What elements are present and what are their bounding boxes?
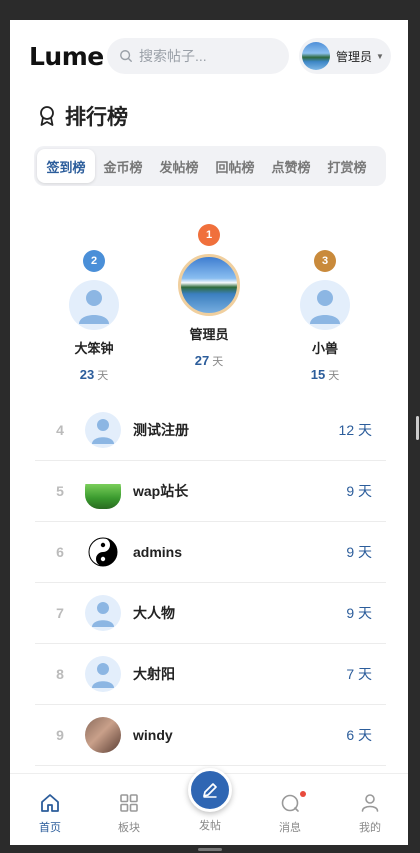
nav-messages[interactable]: 消息 (260, 791, 320, 835)
page-title-row: 排行榜 (37, 102, 128, 130)
rank-number: 7 (56, 605, 64, 621)
rank-badge: 1 (198, 224, 220, 246)
user-name: 大射阳 (133, 666, 175, 682)
podium-value: 23 (79, 367, 95, 382)
nav-messages-label: 消息 (279, 822, 301, 834)
podium-days: 23 天 (69, 367, 119, 383)
rank-number: 4 (56, 422, 64, 438)
scrollbar[interactable] (416, 416, 419, 440)
podium-days: 27 天 (176, 353, 242, 369)
nav-mine[interactable]: 我的 (340, 792, 400, 835)
list-item[interactable]: 8 大射阳 7 天 (35, 644, 386, 705)
tree-avatar (85, 473, 121, 509)
search-icon (120, 50, 132, 62)
list-item[interactable]: 5 wap站长 9 天 (35, 461, 386, 522)
user-icon (361, 794, 379, 812)
podium: 2 大笨钟 23 天 1 管理员 27 天 3 小兽 15 天 (10, 220, 408, 390)
rank-badge: 2 (83, 250, 105, 272)
home-indicator[interactable] (198, 848, 222, 851)
podium-name: 大笨钟 (74, 341, 114, 356)
list-item[interactable]: 4 测试注册 12 天 (35, 400, 386, 461)
nav-boards-label: 板块 (118, 822, 140, 834)
checkin-days: 9 天 (346, 483, 372, 499)
tab-replies[interactable]: 回帖榜 (207, 149, 263, 183)
user-name: windy (133, 727, 173, 743)
pen-icon (203, 783, 217, 798)
default-avatar (85, 412, 121, 448)
chevron-down-icon: ▼ (376, 51, 384, 61)
tab-coins[interactable]: 金币榜 (95, 149, 151, 183)
tab-posts[interactable]: 发帖榜 (151, 149, 207, 183)
user-name: admins (133, 544, 183, 560)
nav-post-label: 发帖 (199, 820, 221, 832)
rank-number: 9 (56, 727, 64, 743)
rank-number: 8 (56, 666, 64, 682)
list-item[interactable]: 6 admins 9 天 (35, 522, 386, 583)
nav-mine-label: 我的 (359, 822, 381, 834)
grid-icon (120, 794, 138, 812)
tab-likes[interactable]: 点赞榜 (263, 149, 319, 183)
tab-checkin[interactable]: 签到榜 (37, 149, 95, 183)
bottom-nav: 首页 板块 发帖 消息 我的 (10, 768, 408, 845)
rank-number: 6 (56, 544, 64, 560)
podium-name: 管理员 (189, 327, 229, 342)
nav-home-label: 首页 (39, 822, 61, 834)
default-avatar (69, 280, 119, 330)
checkin-days: 9 天 (346, 605, 372, 621)
user-name: wap站长 (133, 483, 189, 499)
photo-avatar (85, 717, 121, 753)
podium-third[interactable]: 3 小兽 15 天 (300, 250, 350, 383)
podium-name: 小兽 (311, 341, 338, 356)
user-silhouette-icon (79, 290, 109, 324)
podium-value: 15 (310, 367, 326, 382)
user-menu[interactable]: 管理员 ▼ (299, 38, 391, 74)
user-name: 管理员 (336, 49, 373, 64)
ranking-list: 4 测试注册 12 天 5 wap站长 9 天 6 admins 9 天 7 大… (35, 400, 386, 766)
podium-second[interactable]: 2 大笨钟 23 天 (69, 250, 119, 383)
user-avatar (302, 42, 330, 70)
rank-number: 5 (56, 483, 64, 499)
message-icon (281, 794, 299, 812)
podium-unit: 天 (328, 370, 340, 382)
search-bar[interactable]: 搜索帖子... (107, 38, 289, 74)
user-name: 测试注册 (133, 422, 189, 438)
podium-value: 27 (194, 353, 210, 368)
user-silhouette-icon (92, 602, 114, 627)
checkin-days: 12 天 (338, 422, 372, 438)
checkin-days: 6 天 (346, 727, 372, 743)
app-logo[interactable]: Lume (29, 42, 104, 71)
notification-dot (300, 791, 306, 797)
podium-unit: 天 (212, 356, 224, 368)
user-silhouette-icon (92, 419, 114, 444)
podium-days: 15 天 (300, 367, 350, 383)
nav-home[interactable]: 首页 (20, 792, 80, 835)
nav-boards[interactable]: 板块 (99, 792, 159, 835)
list-item[interactable]: 7 大人物 9 天 (35, 583, 386, 644)
user-name: 大人物 (133, 605, 175, 621)
podium-first[interactable]: 1 管理员 27 天 (176, 224, 242, 369)
tab-tips[interactable]: 打赏榜 (319, 149, 375, 183)
yinyang-icon (88, 537, 118, 567)
rank-badge: 3 (314, 250, 336, 272)
checkin-days: 9 天 (346, 544, 372, 560)
default-avatar (85, 656, 121, 692)
yinyang-avatar (85, 534, 121, 570)
home-icon (41, 794, 59, 812)
default-avatar (85, 595, 121, 631)
page-title: 排行榜 (65, 106, 128, 129)
ranking-tabs: 签到榜 金币榜 发帖榜 回帖榜 点赞榜 打赏榜 (34, 146, 386, 186)
list-item[interactable]: 9 windy 6 天 (35, 705, 386, 766)
default-avatar (300, 280, 350, 330)
podium-unit: 天 (97, 370, 109, 382)
user-silhouette-icon (92, 663, 114, 688)
app-screen: Lume 搜索帖子... 管理员 ▼ 排行榜 签到榜 金币榜 发帖榜 回帖榜 点… (10, 20, 408, 845)
user-silhouette-icon (310, 290, 340, 324)
search-placeholder: 搜索帖子... (139, 48, 207, 64)
compose-button[interactable] (188, 768, 232, 812)
header: Lume 搜索帖子... 管理员 ▼ (10, 38, 408, 76)
checkin-days: 7 天 (346, 666, 372, 682)
landscape-avatar (178, 254, 240, 316)
award-icon (40, 106, 54, 126)
